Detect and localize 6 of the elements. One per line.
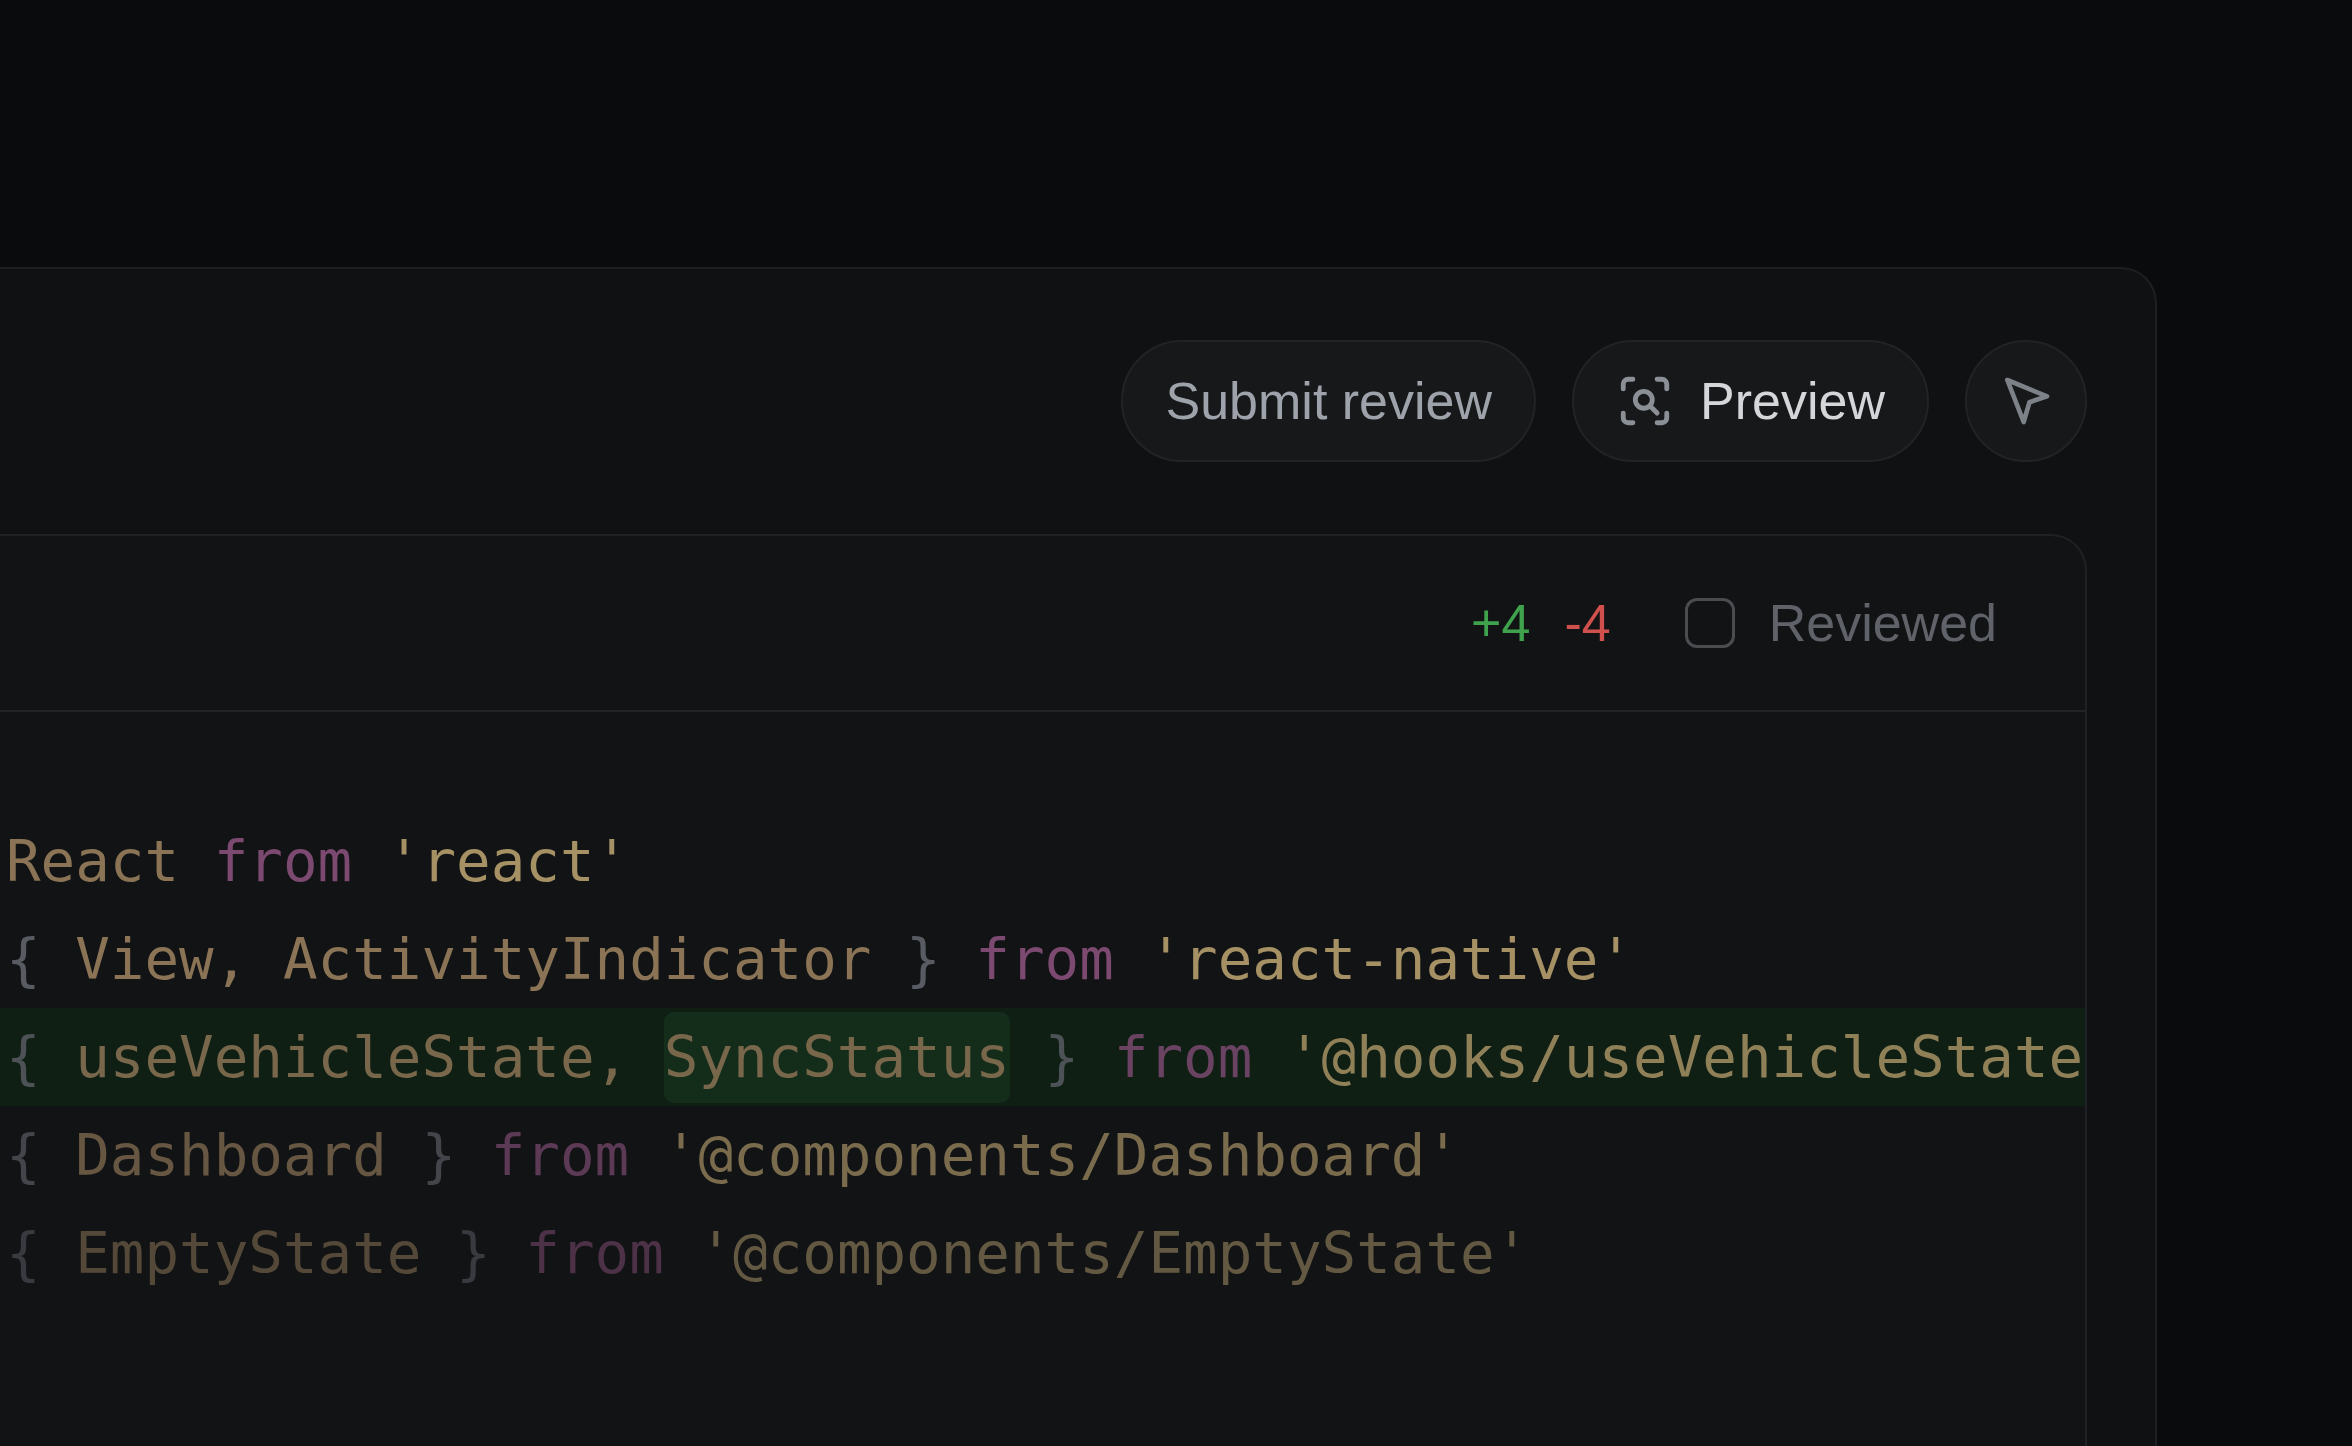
deletions-count: -4 — [1564, 593, 1611, 653]
additions-count: +4 — [1471, 593, 1531, 653]
reviewed-label: Reviewed — [1768, 593, 1997, 653]
submit-review-button[interactable]: Submit review — [1121, 340, 1537, 462]
reviewed-checkbox[interactable] — [1684, 598, 1735, 648]
preview-button[interactable]: Preview — [1572, 340, 1929, 462]
